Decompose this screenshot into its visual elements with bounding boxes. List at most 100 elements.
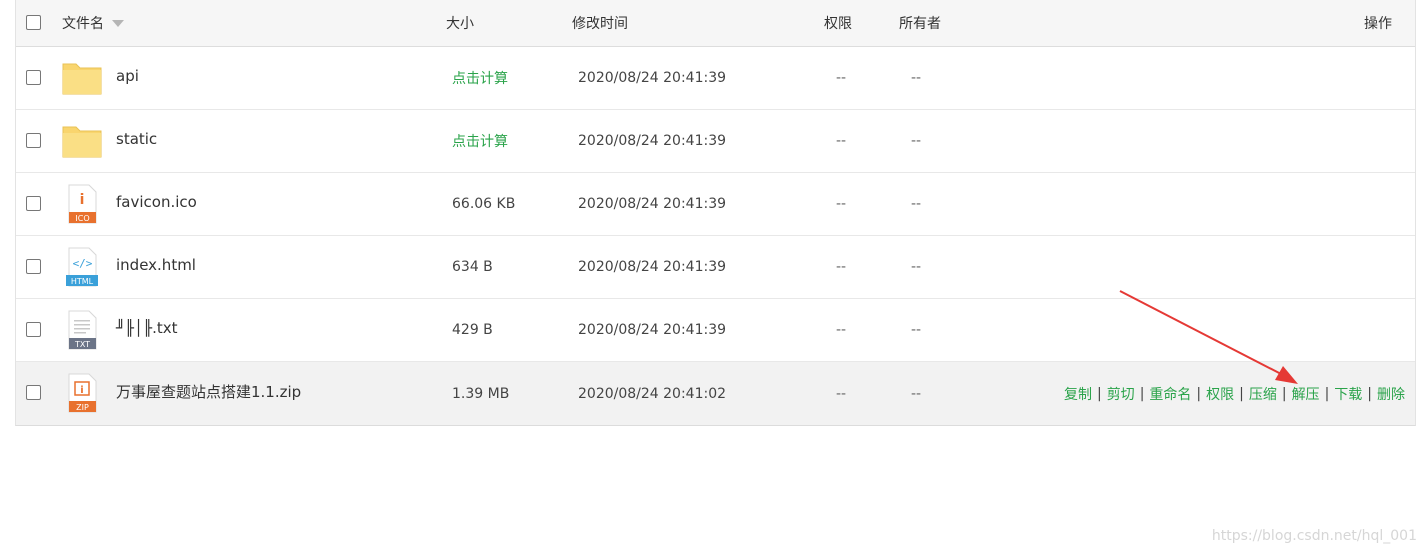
file-mtime: 2020/08/24 20:41:39 bbox=[578, 299, 726, 361]
row-checkbox[interactable] bbox=[26, 133, 41, 148]
file-mtime: 2020/08/24 20:41:02 bbox=[578, 362, 726, 425]
file-name-label[interactable]: index.html bbox=[116, 256, 196, 274]
calc-size-link[interactable]: 点击计算 bbox=[452, 131, 508, 151]
mtime-value: 2020/08/24 20:41:39 bbox=[578, 133, 727, 149]
html-file-icon[interactable]: </> HTML bbox=[62, 247, 102, 287]
owner-value: -- bbox=[911, 196, 922, 212]
perm-header-label: 权限 bbox=[824, 16, 852, 32]
table-row[interactable]: static 点击计算 2020/08/24 20:41:39 -- -- bbox=[16, 110, 1415, 173]
perm-value: -- bbox=[836, 196, 847, 212]
file-mtime: 2020/08/24 20:41:39 bbox=[578, 173, 726, 235]
owner-header-label: 所有者 bbox=[899, 16, 941, 32]
action-separator: | bbox=[1367, 385, 1372, 402]
file-table: 文件名 大小 修改时间 权限 所有者 操作 api 点击计算 2020/08/2… bbox=[15, 0, 1416, 426]
file-size: 66.06 KB bbox=[452, 173, 515, 235]
owner-column-header: 所有者 bbox=[899, 0, 941, 46]
name-column-header[interactable]: 文件名 bbox=[62, 0, 124, 46]
file-size[interactable]: 点击计算 bbox=[452, 47, 508, 109]
select-all-checkbox[interactable] bbox=[26, 15, 41, 30]
file-perm: -- bbox=[836, 236, 846, 298]
action-separator: | bbox=[1139, 385, 1145, 402]
file-owner: -- bbox=[911, 173, 921, 235]
file-mtime: 2020/08/24 20:41:39 bbox=[578, 47, 726, 109]
file-name[interactable]: 万事屋查题站点搭建1.1.zip bbox=[116, 360, 301, 423]
action-separator: | bbox=[1239, 385, 1244, 402]
copy-action[interactable]: 复制 bbox=[1064, 384, 1092, 404]
delete-action[interactable]: 删除 bbox=[1377, 384, 1405, 404]
perm-value: -- bbox=[836, 259, 847, 275]
svg-text:TXT: TXT bbox=[74, 340, 90, 349]
mtime-header-label: 修改时间 bbox=[572, 16, 628, 32]
row-actions: 复制 | 剪切 | 重命名 | 权限 | 压缩 | 解压 | 下载 | 删除 bbox=[1064, 362, 1405, 425]
action-separator: | bbox=[1281, 385, 1287, 402]
file-size: 1.39 MB bbox=[452, 362, 509, 425]
zip-file-icon[interactable]: i ZIP bbox=[62, 373, 102, 413]
action-separator: | bbox=[1096, 385, 1102, 402]
svg-text:HTML: HTML bbox=[71, 277, 94, 286]
folder-icon[interactable] bbox=[62, 58, 102, 98]
file-size: 634 B bbox=[452, 236, 493, 298]
perm-value: -- bbox=[836, 385, 847, 402]
file-name[interactable]: ╜╟│╟.txt bbox=[116, 297, 178, 359]
file-owner: -- bbox=[911, 362, 921, 425]
file-owner: -- bbox=[911, 236, 921, 298]
file-perm: -- bbox=[836, 362, 846, 425]
row-checkbox[interactable] bbox=[26, 259, 41, 274]
row-checkbox[interactable] bbox=[26, 385, 41, 400]
file-perm: -- bbox=[836, 47, 846, 109]
table-row[interactable]: </> HTML index.html 634 B 2020/08/24 20:… bbox=[16, 236, 1415, 299]
row-checkbox[interactable] bbox=[26, 70, 41, 85]
perm-column-header: 权限 bbox=[824, 0, 852, 46]
file-perm: -- bbox=[836, 173, 846, 235]
svg-text:ZIP: ZIP bbox=[76, 403, 89, 412]
file-name-label[interactable]: 万事屋查题站点搭建1.1.zip bbox=[116, 381, 301, 402]
owner-value: -- bbox=[911, 385, 922, 402]
row-checkbox[interactable] bbox=[26, 322, 41, 337]
name-header-label: 文件名 bbox=[62, 16, 104, 32]
mtime-value: 2020/08/24 20:41:39 bbox=[578, 259, 727, 275]
table-row[interactable]: TXT ╜╟│╟.txt 429 B 2020/08/24 20:41:39 -… bbox=[16, 299, 1415, 362]
mtime-value: 2020/08/24 20:41:39 bbox=[578, 196, 727, 212]
size-value: 1.39 MB bbox=[452, 385, 510, 402]
file-size[interactable]: 点击计算 bbox=[452, 110, 508, 172]
table-row[interactable]: api 点击计算 2020/08/24 20:41:39 -- -- bbox=[16, 47, 1415, 110]
file-perm: -- bbox=[836, 110, 846, 172]
table-row[interactable]: i ICO favicon.ico 66.06 KB 2020/08/24 20… bbox=[16, 173, 1415, 236]
rename-action[interactable]: 重命名 bbox=[1149, 384, 1191, 404]
file-mtime: 2020/08/24 20:41:39 bbox=[578, 110, 726, 172]
table-row[interactable]: i ZIP 万事屋查题站点搭建1.1.zip 1.39 MB 2020/08/2… bbox=[16, 362, 1415, 425]
file-owner: -- bbox=[911, 299, 921, 361]
action-separator: | bbox=[1196, 385, 1202, 402]
file-name-label[interactable]: api bbox=[116, 67, 139, 85]
file-name-label[interactable]: static bbox=[116, 130, 157, 148]
ico-file-icon[interactable]: i ICO bbox=[62, 184, 102, 224]
file-perm: -- bbox=[836, 299, 846, 361]
file-owner: -- bbox=[911, 47, 921, 109]
file-name-label[interactable]: favicon.ico bbox=[116, 193, 197, 211]
row-checkbox[interactable] bbox=[26, 196, 41, 211]
file-name[interactable]: static bbox=[116, 108, 157, 170]
folder-icon[interactable] bbox=[62, 121, 102, 161]
sort-down-icon[interactable] bbox=[112, 19, 124, 27]
txt-file-icon[interactable]: TXT bbox=[62, 310, 102, 350]
owner-value: -- bbox=[911, 133, 922, 149]
download-action[interactable]: 下载 bbox=[1334, 384, 1362, 404]
file-owner: -- bbox=[911, 110, 921, 172]
owner-value: -- bbox=[911, 70, 922, 86]
owner-value: -- bbox=[911, 259, 922, 275]
calc-size-link[interactable]: 点击计算 bbox=[452, 68, 508, 88]
svg-text:i: i bbox=[80, 385, 83, 396]
file-size: 429 B bbox=[452, 299, 493, 361]
extract-action[interactable]: 解压 bbox=[1292, 384, 1320, 404]
file-name[interactable]: api bbox=[116, 45, 139, 107]
file-name-label[interactable]: ╜╟│╟.txt bbox=[116, 319, 178, 337]
file-mtime: 2020/08/24 20:41:39 bbox=[578, 236, 726, 298]
cut-action[interactable]: 剪切 bbox=[1107, 384, 1135, 404]
compress-action[interactable]: 压缩 bbox=[1249, 384, 1277, 404]
permission-action[interactable]: 权限 bbox=[1206, 384, 1234, 404]
file-name[interactable]: favicon.ico bbox=[116, 171, 197, 233]
watermark: https://blog.csdn.net/hql_001 bbox=[1211, 528, 1417, 544]
file-name[interactable]: index.html bbox=[116, 234, 196, 296]
size-value: 66.06 KB bbox=[452, 196, 516, 212]
size-column-header: 大小 bbox=[446, 0, 474, 46]
